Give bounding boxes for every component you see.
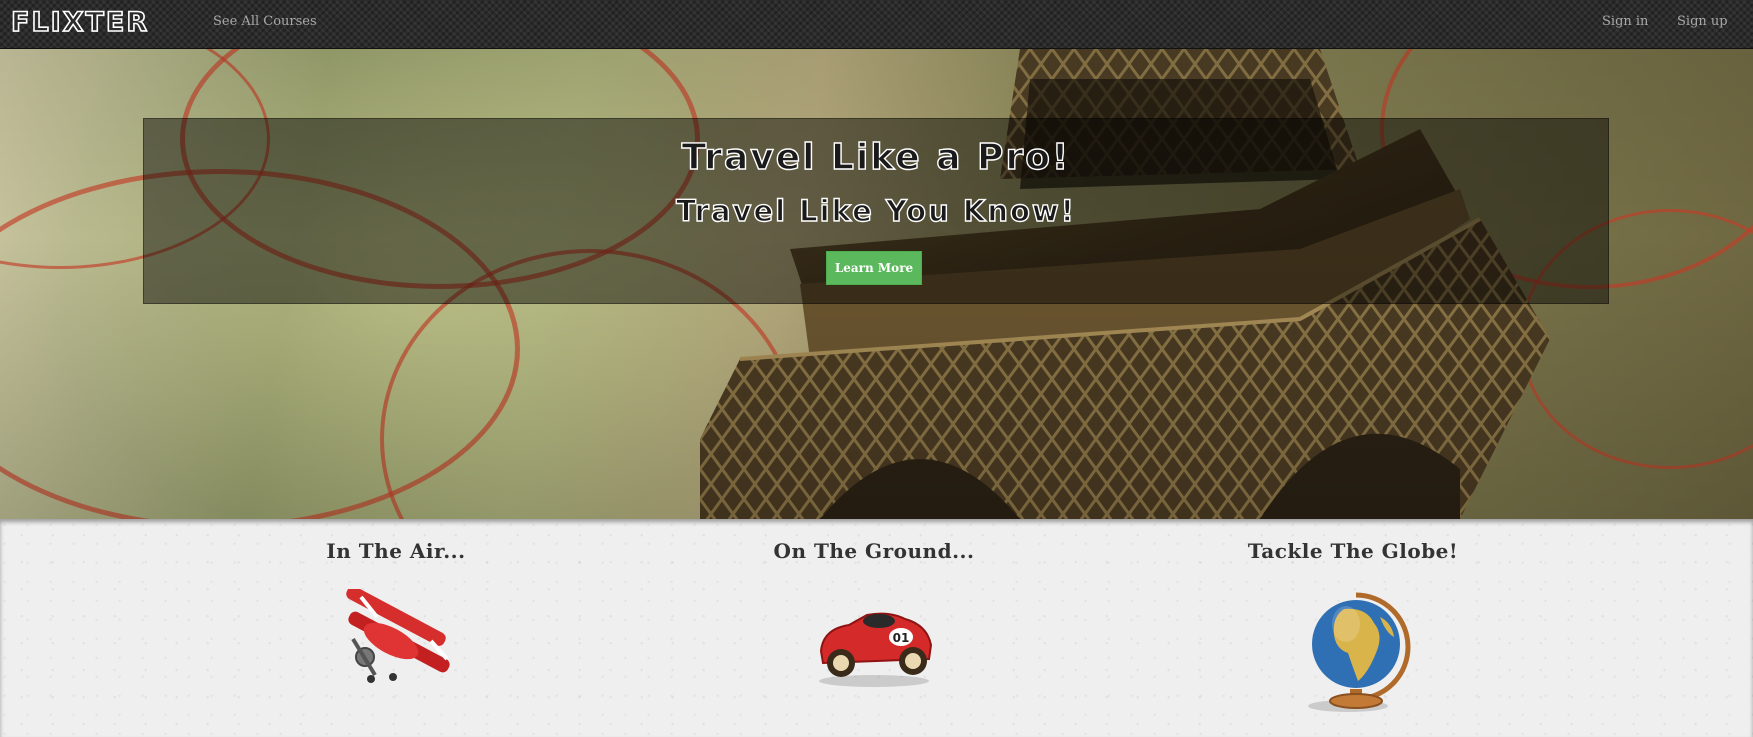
feature-title: On The Ground...: [773, 539, 975, 563]
feature-air: In The Air...: [246, 539, 546, 689]
race-car-icon: 01: [819, 612, 933, 687]
feature-globe: Tackle The Globe!: [1203, 539, 1503, 714]
learn-more-button[interactable]: Learn More: [826, 251, 922, 285]
hero-banner: Travel Like a Pro! Travel Like You Know!…: [0, 49, 1753, 519]
airplane-icon: [346, 589, 450, 683]
feature-title: In The Air...: [326, 539, 466, 563]
globe-icon: [1308, 592, 1411, 712]
features-section: In The Air... On The Ground... 01 Tackle…: [0, 519, 1753, 737]
hero-panel: Travel Like a Pro! Travel Like You Know!…: [143, 118, 1609, 304]
hero-subtitle: Travel Like You Know!: [675, 193, 1076, 228]
brand-logo[interactable]: FLIXTER: [10, 7, 149, 39]
see-all-courses-link[interactable]: See All Courses: [213, 14, 317, 29]
hero-title: Travel Like a Pro!: [681, 136, 1071, 178]
car-number: 01: [893, 631, 910, 645]
sign-in-link[interactable]: Sign in: [1602, 14, 1648, 29]
feature-title: Tackle The Globe!: [1247, 539, 1459, 563]
navbar: FLIXTER See All Courses Sign in Sign up: [0, 0, 1753, 49]
sign-up-link[interactable]: Sign up: [1677, 14, 1728, 29]
feature-ground: On The Ground... 01: [724, 539, 1024, 689]
